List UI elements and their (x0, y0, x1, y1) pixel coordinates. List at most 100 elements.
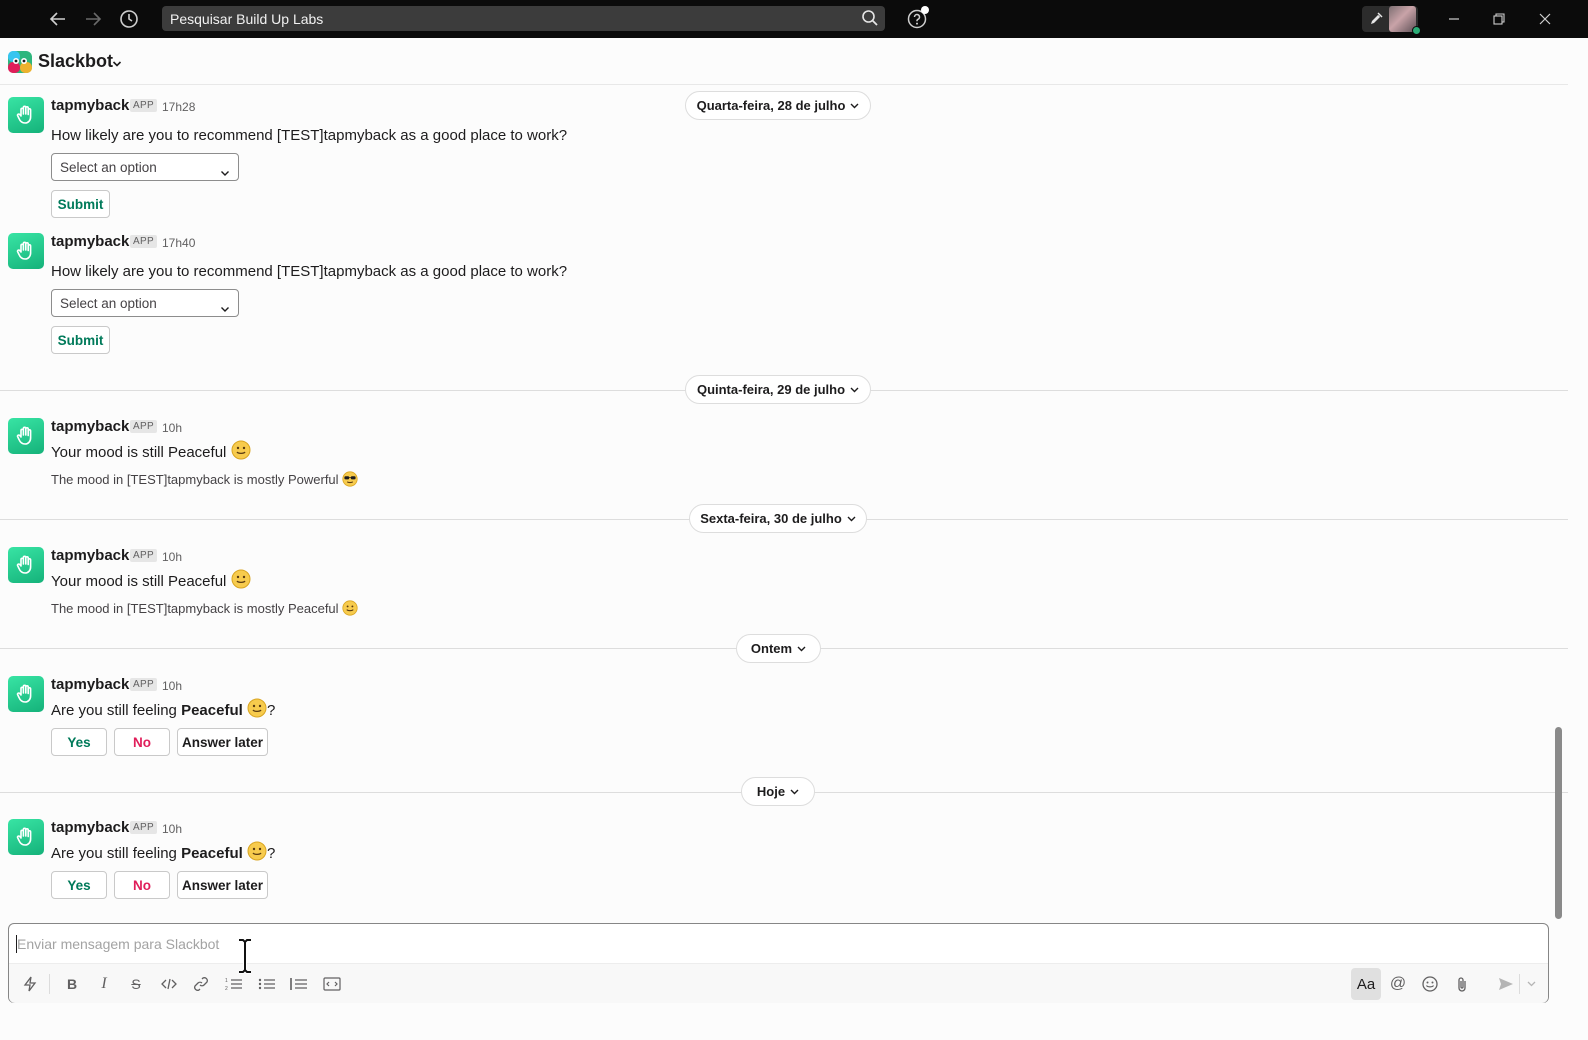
blockquote-icon[interactable] (286, 972, 312, 996)
answer-later-button[interactable]: Answer later (177, 728, 268, 756)
message-text-row: Are you still feeling Peaceful ? (51, 841, 275, 862)
smile-emoji-icon (231, 440, 251, 460)
close-icon[interactable] (1532, 0, 1558, 38)
sender-name[interactable]: tapmyback (51, 418, 129, 435)
date-divider-pill[interactable]: Ontem (736, 634, 821, 663)
sender-name[interactable]: tapmyback (51, 233, 129, 250)
user-menu[interactable] (1362, 6, 1421, 35)
channel-title[interactable]: Slackbot (38, 51, 113, 72)
bot-avatar[interactable] (8, 676, 44, 712)
slackbot-logo-icon (7, 49, 33, 75)
date-label: Quinta-feira, 29 de julho (696, 382, 846, 397)
question-mark: ? (266, 845, 276, 862)
minimize-icon[interactable] (1441, 0, 1467, 38)
forward-arrow-icon[interactable] (80, 0, 106, 38)
code-icon[interactable] (156, 972, 182, 996)
message-text: Your mood is still Peaceful (51, 573, 227, 590)
rocket-icon (1368, 11, 1384, 32)
smile-emoji-icon (247, 841, 267, 861)
help-icon[interactable] (904, 0, 930, 38)
app-badge: APP (130, 99, 157, 112)
message-text: Are you still feeling (51, 702, 182, 719)
mood-name: Peaceful (181, 845, 243, 862)
bold-icon[interactable]: B (59, 972, 85, 996)
date-label: Quarta-feira, 28 de julho (696, 98, 846, 113)
search-bar[interactable]: Pesquisar Build Up Labs (162, 6, 885, 31)
date-label: Ontem (750, 641, 793, 656)
code-block-icon[interactable] (319, 972, 345, 996)
select-placeholder: Select an option (60, 160, 157, 175)
sender-name[interactable]: tapmyback (51, 97, 129, 114)
toolbar-separator (1519, 974, 1520, 994)
timestamp[interactable]: 10h (162, 421, 182, 435)
scrollbar-thumb[interactable] (1555, 727, 1562, 919)
back-arrow-icon[interactable] (45, 0, 71, 38)
timestamp[interactable]: 10h (162, 550, 182, 564)
chevron-down-icon (797, 646, 806, 651)
no-button[interactable]: No (114, 728, 170, 756)
timestamp[interactable]: 17h40 (162, 236, 195, 250)
strikethrough-icon[interactable]: S (123, 972, 149, 996)
send-icon[interactable] (1493, 972, 1519, 996)
chevron-down-icon[interactable] (1521, 972, 1541, 996)
svg-text:1: 1 (225, 978, 228, 984)
submit-button[interactable]: Submit (51, 190, 110, 218)
submit-button[interactable]: Submit (51, 326, 110, 354)
bot-avatar[interactable] (8, 547, 44, 583)
link-icon[interactable] (188, 972, 214, 996)
history-icon[interactable] (116, 0, 142, 38)
restore-icon[interactable] (1486, 0, 1512, 38)
attach-icon[interactable] (1449, 972, 1475, 996)
mention-icon[interactable]: @ (1385, 972, 1411, 996)
yes-button[interactable]: Yes (51, 871, 107, 899)
message-text-row: Are you still feeling Peaceful ? (51, 698, 275, 719)
format-toggle-button[interactable]: Aa (1351, 968, 1381, 1000)
option-select[interactable]: Select an option (51, 289, 239, 317)
mood-summary-row: The mood in [TEST]tapmyback is mostly Po… (51, 471, 358, 487)
chevron-down-icon (850, 103, 859, 108)
answer-later-button[interactable]: Answer later (177, 871, 268, 899)
shortcuts-icon[interactable] (17, 972, 43, 996)
italic-icon[interactable]: I (91, 972, 117, 996)
sender-name[interactable]: tapmyback (51, 819, 129, 836)
select-placeholder: Select an option (60, 296, 157, 311)
no-button[interactable]: No (114, 871, 170, 899)
question-mark: ? (266, 702, 276, 719)
emoji-icon[interactable] (1417, 972, 1443, 996)
bullet-list-icon[interactable] (254, 972, 280, 996)
hand-icon (16, 827, 32, 846)
sender-name[interactable]: tapmyback (51, 676, 129, 693)
search-placeholder: Pesquisar Build Up Labs (170, 11, 324, 27)
message-text-row: Your mood is still Peaceful (51, 569, 251, 590)
chevron-down-icon (847, 516, 856, 521)
mood-summary-row: The mood in [TEST]tapmyback is mostly Pe… (51, 600, 358, 616)
date-divider-pill[interactable]: Quarta-feira, 28 de julho (685, 91, 871, 120)
mood-summary: The mood in [TEST]tapmyback is mostly Po… (51, 472, 339, 487)
sender-name[interactable]: tapmyback (51, 547, 129, 564)
smile-emoji-icon (342, 600, 358, 616)
message-input[interactable]: Enviar mensagem para Slackbot (17, 936, 219, 952)
timestamp[interactable]: 10h (162, 822, 182, 836)
notification-dot (921, 6, 929, 14)
message-text-row: Your mood is still Peaceful (51, 440, 251, 461)
date-divider-pill[interactable]: Quinta-feira, 29 de julho (685, 375, 871, 404)
chevron-down-icon[interactable] (112, 55, 122, 73)
mood-name: Peaceful (181, 702, 243, 719)
date-divider-pill[interactable]: Sexta-feira, 30 de julho (689, 504, 867, 533)
yes-button[interactable]: Yes (51, 728, 107, 756)
chevron-down-icon (850, 387, 859, 392)
smile-emoji-icon (231, 569, 251, 589)
title-bar: Pesquisar Build Up Labs (0, 0, 1588, 38)
search-icon[interactable] (861, 9, 879, 32)
option-select[interactable]: Select an option (51, 153, 239, 181)
bot-avatar[interactable] (8, 819, 44, 855)
timestamp[interactable]: 17h28 (162, 100, 195, 114)
hand-icon (16, 684, 32, 703)
bot-avatar[interactable] (8, 97, 44, 133)
bot-avatar[interactable] (8, 233, 44, 269)
timestamp[interactable]: 10h (162, 679, 182, 693)
bot-avatar[interactable] (8, 418, 44, 454)
app-badge: APP (130, 678, 157, 691)
date-divider-pill[interactable]: Hoje (741, 777, 815, 806)
message-text: Are you still feeling (51, 845, 182, 862)
